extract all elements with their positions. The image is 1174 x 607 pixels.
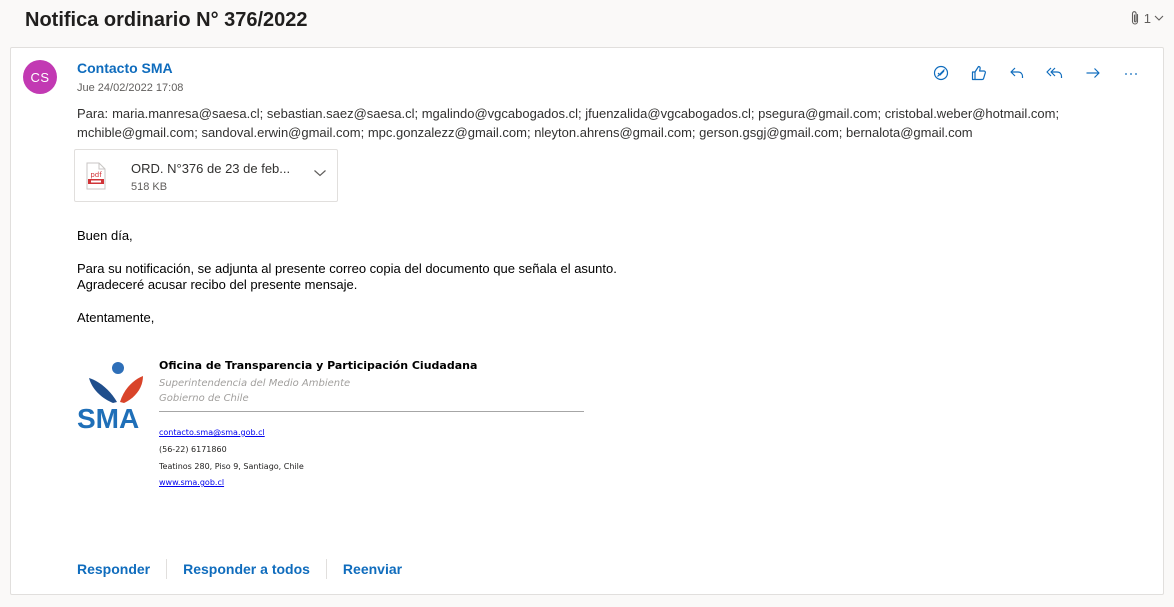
immersive-reader-icon [933, 65, 949, 81]
reply-button[interactable] [1005, 61, 1029, 85]
attachment-name: ORD. N°376 de 23 de feb... [131, 161, 291, 176]
reply-all-footer-button[interactable]: Responder a todos [183, 561, 310, 577]
body-line-1: Para su notificación, se adjunta al pres… [77, 261, 617, 276]
footer-divider [166, 559, 168, 579]
reply-all-icon [1046, 67, 1063, 78]
message-actions [929, 61, 1143, 85]
signature-phone: (56-22) 6171860 [159, 445, 227, 454]
forward-button[interactable] [1081, 61, 1105, 85]
subject-title: Notifica ordinario N° 376/2022 [25, 9, 308, 31]
forward-icon [1086, 68, 1100, 78]
signature-web[interactable]: www.sma.gob.cl [159, 478, 224, 487]
chevron-down-icon[interactable] [313, 168, 327, 178]
signature-email[interactable]: contacto.sma@sma.gob.cl [159, 428, 265, 437]
chevron-down-icon [1154, 15, 1164, 21]
more-icon [1125, 73, 1137, 75]
immersive-reader-button[interactable] [929, 61, 953, 85]
sma-logo: SMA [77, 362, 143, 434]
signature-email-link[interactable]: contacto.sma@sma.gob.cl [159, 428, 265, 437]
signature-address: Teatinos 280, Piso 9, Santiago, Chile [159, 462, 304, 471]
message-card: CS Contacto SMA Jue 24/02/2022 17:08 Par… [10, 47, 1164, 595]
body-line-2: Agradeceré acusar recibo del presente me… [77, 277, 358, 292]
closing: Atentamente, [77, 310, 155, 325]
reply-all-button[interactable] [1043, 61, 1067, 85]
to-label: Para: [77, 106, 109, 121]
pdf-icon-label: pdf [90, 171, 102, 179]
recipient-list[interactable]: maria.manresa@saesa.cl; sebastian.saez@s… [77, 106, 1059, 140]
more-actions-button[interactable] [1119, 61, 1143, 85]
paperclip-icon [1131, 11, 1138, 25]
signature-org: Oficina de Transparencia y Participación… [159, 359, 478, 372]
attachment-count: 1 [1143, 10, 1151, 26]
signature-sub-1: Superintendencia del Medio Ambiente [159, 378, 351, 389]
forward-footer-button[interactable]: Reenviar [343, 561, 402, 577]
signature-sub-2: Gobierno de Chile [159, 393, 249, 404]
pdf-file-icon: pdf [86, 162, 106, 190]
sent-date: Jue 24/02/2022 17:08 [77, 82, 184, 94]
avatar[interactable]: CS [23, 60, 57, 94]
like-icon [971, 65, 986, 81]
reply-footer-button[interactable]: Responder [77, 561, 150, 577]
recipients: Para: maria.manresa@saesa.cl; sebastian.s… [77, 104, 1152, 142]
attachment-size: 518 KB [131, 181, 168, 193]
sma-logo-text: SMA [77, 403, 139, 434]
reply-icon [1010, 67, 1024, 78]
attachment-card[interactable]: pdf ORD. N°376 de 23 de feb... 518 KB [74, 149, 338, 202]
like-button[interactable] [967, 61, 991, 85]
greeting: Buen día, [77, 228, 133, 243]
signature-web-link[interactable]: www.sma.gob.cl [159, 478, 224, 487]
subject-bar: Notifica ordinario N° 376/2022 1 [0, 0, 1174, 44]
footer-actions: Responder Responder a todos Reenviar [77, 558, 402, 580]
attachment-count-toggle[interactable]: 1 [1129, 10, 1164, 26]
avatar-initials: CS [30, 69, 50, 85]
footer-divider [325, 559, 327, 579]
signature-divider [159, 411, 584, 412]
sender-name[interactable]: Contacto SMA [77, 60, 173, 76]
